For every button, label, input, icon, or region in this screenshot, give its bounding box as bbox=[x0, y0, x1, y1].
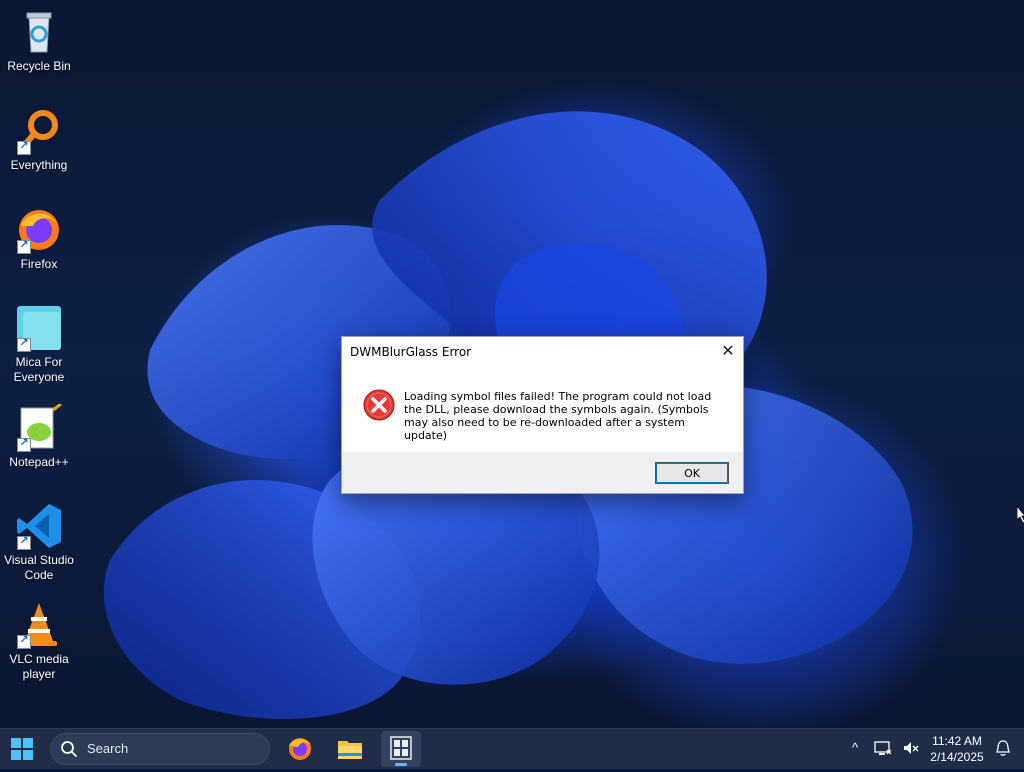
recycle-bin-icon bbox=[15, 8, 63, 56]
show-hidden-icons-chevron-icon[interactable]: ^ bbox=[846, 739, 864, 757]
shortcut-arrow-icon bbox=[17, 336, 31, 352]
desktop-icon-label: Recycle Bin bbox=[7, 59, 71, 73]
error-dialog: DWMBlurGlass Error ✕ Loading symbol file… bbox=[341, 336, 744, 494]
desktop-icon-mica[interactable]: Mica For Everyone bbox=[2, 304, 76, 385]
windows-logo-icon bbox=[11, 738, 33, 760]
volume-muted-icon[interactable] bbox=[902, 739, 920, 757]
desktop-icon-vlc[interactable]: VLC media player bbox=[2, 601, 76, 682]
desktop-icon-label: Visual Studio Code bbox=[4, 553, 74, 582]
taskbar-app-dwmblurglass[interactable] bbox=[381, 731, 421, 767]
desktop-icon-label: Everything bbox=[10, 158, 68, 172]
taskbar-search-box[interactable]: Search bbox=[50, 733, 270, 765]
close-icon[interactable]: ✕ bbox=[713, 337, 743, 365]
clock-time: 11:42 AM bbox=[932, 734, 982, 748]
mica-icon bbox=[15, 304, 63, 352]
dwmblurglass-icon bbox=[390, 736, 412, 760]
mouse-cursor-icon bbox=[1016, 504, 1024, 524]
firefox-icon bbox=[15, 206, 63, 254]
notification-bell-icon[interactable] bbox=[994, 739, 1012, 757]
desktop-icon-label: Mica For Everyone bbox=[13, 355, 65, 384]
vlc-icon bbox=[15, 601, 63, 649]
shortcut-arrow-icon bbox=[17, 534, 31, 550]
shortcut-arrow-icon bbox=[17, 139, 31, 155]
vscode-icon bbox=[15, 502, 63, 550]
taskbar-clock[interactable]: 11:42 AM 2/14/2025 bbox=[924, 733, 990, 765]
desktop-icon-everything[interactable]: Everything bbox=[2, 107, 76, 173]
desktop-icon-recycle-bin[interactable]: Recycle Bin bbox=[2, 8, 76, 74]
desktop-icon-firefox[interactable]: Firefox bbox=[2, 206, 76, 272]
desktop-icon-label: VLC media player bbox=[9, 652, 69, 681]
firefox-icon bbox=[289, 738, 311, 760]
dialog-title: DWMBlurGlass Error bbox=[350, 345, 472, 359]
taskbar-app-file-explorer[interactable] bbox=[330, 731, 370, 767]
dialog-footer: OK bbox=[342, 452, 743, 493]
search-icon bbox=[60, 740, 78, 758]
desktop-icon-notepad-plus-plus[interactable]: Notepad++ bbox=[2, 402, 76, 470]
taskbar-app-firefox[interactable] bbox=[280, 731, 320, 767]
desktop-icon-vscode[interactable]: Visual Studio Code bbox=[2, 502, 76, 583]
file-explorer-icon bbox=[338, 741, 362, 759]
network-icon[interactable] bbox=[874, 739, 892, 757]
ok-button[interactable]: OK bbox=[655, 462, 729, 484]
search-label: Search bbox=[87, 741, 129, 756]
shortcut-arrow-icon bbox=[17, 633, 31, 649]
error-icon bbox=[363, 389, 395, 421]
dialog-message: Loading symbol files failed! The program… bbox=[404, 390, 712, 442]
desktop-icon-label: Firefox bbox=[20, 257, 58, 271]
desktop-icon-label: Notepad++ bbox=[9, 455, 69, 469]
taskbar: Search ^ 11:42 AM 2/14/2025 bbox=[0, 728, 1024, 769]
shortcut-arrow-icon bbox=[17, 436, 31, 452]
clock-date: 2/14/2025 bbox=[930, 750, 984, 764]
start-button[interactable] bbox=[6, 734, 38, 764]
notepad-plus-plus-icon bbox=[15, 402, 63, 452]
everything-search-icon bbox=[15, 107, 63, 155]
shortcut-arrow-icon bbox=[17, 238, 31, 254]
